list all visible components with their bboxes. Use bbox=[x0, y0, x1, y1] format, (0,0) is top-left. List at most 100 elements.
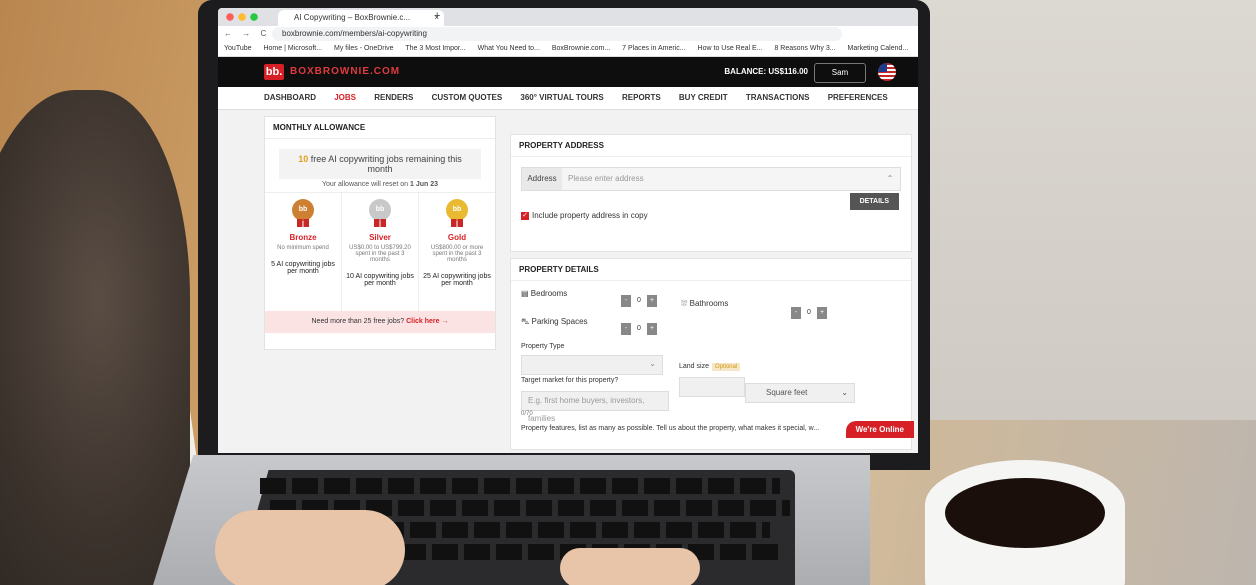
card-title: PROPERTY ADDRESS bbox=[511, 135, 911, 157]
bookmark-item[interactable]: Home | Microsoft... bbox=[263, 45, 322, 52]
window-controls[interactable] bbox=[226, 13, 266, 21]
account-balance: BALANCE: US$116.00 bbox=[724, 67, 808, 76]
parking-stepper[interactable]: - 0 + bbox=[621, 323, 657, 335]
land-size-field: Land size Optional bbox=[679, 363, 741, 371]
bookmark-item[interactable]: 8 Reasons Why 3... bbox=[774, 45, 835, 52]
silver-medal-icon: bb bbox=[369, 199, 391, 227]
background-wall bbox=[896, 0, 1256, 420]
nav-preferences[interactable]: PREFERENCES bbox=[828, 93, 888, 102]
tier-silver: bb Silver US$0.00 to US$799.20 spent in … bbox=[342, 193, 419, 311]
tier-name: Silver bbox=[369, 233, 391, 242]
land-unit-select[interactable]: Square feet ⌄ bbox=[745, 383, 855, 403]
tier-spend: US$800.00 or more spent in the past 3 mo… bbox=[430, 245, 484, 263]
address-field[interactable]: Address Please enter address ⌃ bbox=[521, 167, 901, 191]
key-row bbox=[260, 478, 780, 494]
nav-renders[interactable]: RENDERS bbox=[374, 93, 413, 102]
click-here-link[interactable]: Click here → bbox=[406, 318, 448, 325]
new-tab-icon[interactable]: + bbox=[434, 10, 440, 22]
tier-jobs: 10 AI copywriting jobs per month bbox=[346, 273, 414, 287]
stepper-value[interactable]: 0 bbox=[631, 323, 647, 335]
plus-button[interactable]: + bbox=[647, 323, 657, 335]
bookmark-item[interactable]: How to Use Real E... bbox=[698, 45, 763, 52]
nav-jobs[interactable]: JOBS bbox=[334, 93, 356, 102]
card-title: MONTHLY ALLOWANCE bbox=[265, 117, 495, 139]
us-flag-icon[interactable] bbox=[878, 63, 896, 81]
bookmark-item[interactable]: 7 Places in Americ... bbox=[622, 45, 685, 52]
tier-spend: US$0.00 to US$799.20 spent in the past 3… bbox=[349, 245, 411, 263]
minus-button[interactable]: - bbox=[621, 295, 631, 307]
stepper-value[interactable]: 0 bbox=[631, 295, 647, 307]
stepper-value[interactable]: 0 bbox=[801, 307, 817, 319]
chat-widget-button[interactable]: We're Online bbox=[845, 421, 914, 438]
left-hand bbox=[215, 510, 405, 585]
minus-button[interactable]: - bbox=[791, 307, 801, 319]
chevron-up-icon[interactable]: ⌃ bbox=[880, 168, 900, 190]
plus-button[interactable]: + bbox=[817, 307, 827, 319]
bookmark-item[interactable]: My files - OneDrive bbox=[334, 45, 394, 52]
person-silhouette bbox=[0, 90, 190, 585]
photo-scene: AI Copywriting – BoxBrownie.c... × + ← →… bbox=[0, 0, 1256, 585]
nav-reports[interactable]: REPORTS bbox=[622, 93, 661, 102]
nav-virtual-tours[interactable]: 360° VIRTUAL TOURS bbox=[520, 93, 603, 102]
nav-transactions[interactable]: TRANSACTIONS bbox=[746, 93, 810, 102]
address-bar[interactable]: boxbrownie.com/members/ai-copywriting bbox=[272, 27, 842, 41]
parking-label: Parking Spaces bbox=[531, 317, 588, 326]
bookmark-item[interactable]: BoxBrownie.com... bbox=[552, 45, 610, 52]
gold-medal-icon: bb bbox=[446, 199, 468, 227]
right-hand bbox=[560, 548, 700, 585]
property-type-label: Property Type bbox=[521, 343, 565, 350]
nav-buy-credit[interactable]: BUY CREDIT bbox=[679, 93, 728, 102]
bedrooms-stepper[interactable]: - 0 + bbox=[621, 295, 657, 307]
nav-dashboard[interactable]: DASHBOARD bbox=[264, 93, 316, 102]
bath-icon: ⛆ bbox=[681, 299, 688, 308]
parking-field: ⛍ Parking Spaces bbox=[521, 317, 588, 327]
browser-tabbar: AI Copywriting – BoxBrownie.c... × + bbox=[218, 8, 918, 26]
tier-jobs: 5 AI copywriting jobs per month bbox=[271, 261, 335, 275]
car-icon: ⛍ bbox=[521, 317, 530, 326]
land-size-input[interactable] bbox=[679, 377, 745, 397]
target-market-input[interactable]: E.g. first home buyers, investors, famil… bbox=[521, 391, 669, 423]
property-type-select[interactable]: ⌄ bbox=[521, 355, 663, 375]
remaining-count: 10 bbox=[298, 154, 309, 164]
bookmark-item[interactable]: The 3 Most Impor... bbox=[405, 45, 465, 52]
tier-spend: No minimum spend bbox=[277, 245, 329, 251]
address-input[interactable]: Please enter address bbox=[562, 168, 880, 190]
allowance-text: free AI copywriting jobs remaining this … bbox=[308, 154, 462, 174]
brand-name[interactable]: BOXBROWNIE.COM bbox=[290, 66, 400, 77]
bookmark-item[interactable]: Marketing Calend... bbox=[848, 45, 909, 52]
bookmark-item[interactable]: YouTube bbox=[224, 45, 252, 52]
tier-bronze: bb Bronze No minimum spend 5 AI copywrit… bbox=[265, 193, 342, 311]
reset-text: Your allowance will reset on bbox=[321, 181, 411, 188]
user-menu-button[interactable]: Sam bbox=[814, 63, 866, 83]
include-address-option[interactable]: ✓ Include property address in copy bbox=[521, 211, 648, 220]
need-more-banner: Need more than 25 free jobs? Click here … bbox=[265, 311, 495, 333]
nav-custom-quotes[interactable]: CUSTOM QUOTES bbox=[432, 93, 503, 102]
property-address-card: PROPERTY ADDRESS Address Please enter ad… bbox=[510, 134, 912, 252]
allowance-banner: 10 free AI copywriting jobs remaining th… bbox=[279, 149, 481, 179]
chevron-down-icon: ⌄ bbox=[841, 388, 848, 397]
bed-icon: ▤ bbox=[521, 289, 529, 298]
browser-toolbar: ← → C boxbrownie.com/members/ai-copywrit… bbox=[218, 26, 918, 42]
user-name: Sam bbox=[831, 68, 849, 77]
include-address-label: Include property address in copy bbox=[532, 211, 648, 220]
minus-button[interactable]: - bbox=[621, 323, 631, 335]
details-button[interactable]: DETAILS bbox=[849, 193, 899, 210]
reset-date: 1 Jun 23 bbox=[410, 181, 439, 188]
coffee bbox=[945, 478, 1105, 548]
bedrooms-label: Bedrooms bbox=[530, 289, 568, 298]
bookmark-item[interactable]: What You Need to... bbox=[478, 45, 540, 52]
tab-title: AI Copywriting – BoxBrownie.c... bbox=[294, 13, 411, 22]
browser-tab[interactable]: AI Copywriting – BoxBrownie.c... × bbox=[278, 10, 444, 26]
bathrooms-label: Bathrooms bbox=[689, 299, 729, 308]
plus-button[interactable]: + bbox=[647, 295, 657, 307]
include-address-checkbox[interactable]: ✓ bbox=[521, 211, 529, 220]
tier-name: Bronze bbox=[289, 233, 317, 242]
main-nav: DASHBOARD JOBS RENDERS CUSTOM QUOTES 360… bbox=[218, 87, 918, 110]
brand-logo[interactable]: bb. bbox=[264, 64, 284, 80]
site-header: bb. BOXBROWNIE.COM BALANCE: US$116.00 Sa… bbox=[218, 57, 918, 87]
nav-arrows-icon[interactable]: ← → C bbox=[224, 26, 270, 42]
reset-notice: Your allowance will reset on 1 Jun 23 bbox=[265, 181, 495, 188]
bathrooms-stepper[interactable]: - 0 + bbox=[791, 307, 827, 319]
chevron-down-icon: ⌄ bbox=[649, 359, 656, 368]
bookmarks-bar: YouTube Home | Microsoft... My files - O… bbox=[218, 42, 918, 57]
